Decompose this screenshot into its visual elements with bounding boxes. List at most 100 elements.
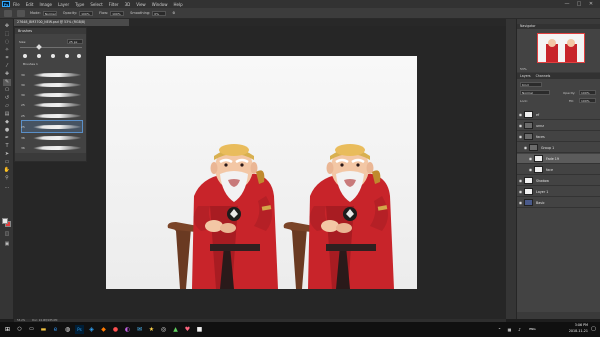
brush-tip[interactable] <box>23 54 27 58</box>
screen-mode-icon[interactable]: ▣ <box>3 241 11 248</box>
notifications-icon[interactable]: ▢ <box>589 325 598 334</box>
layer-fill-input[interactable]: 100% <box>579 98 596 103</box>
history-brush-tool-icon[interactable]: ↺ <box>3 95 11 102</box>
chrome-icon[interactable]: ◍ <box>63 325 72 334</box>
type-tool-icon[interactable]: T <box>3 143 11 150</box>
app-icon[interactable]: ■ <box>195 325 204 334</box>
settings-gear-icon[interactable]: ⚙ <box>172 11 175 15</box>
opacity-control[interactable]: Opacity: 100% <box>63 10 94 16</box>
eye-icon[interactable]: ◉ <box>517 123 524 128</box>
layer-row[interactable]: ◉ unnz <box>517 121 600 131</box>
tab-layers[interactable]: Layers <box>520 74 531 78</box>
windows-start-icon[interactable]: ⊞ <box>3 325 12 334</box>
quick-mask-icon[interactable]: ◫ <box>3 231 11 238</box>
brush-tool-icon[interactable]: ✎ <box>3 79 11 86</box>
menu-view[interactable]: View <box>136 2 146 7</box>
app-icon[interactable]: ♥ <box>183 325 192 334</box>
blur-tool-icon[interactable]: ◆ <box>3 119 11 126</box>
navigator-thumbnail[interactable] <box>537 33 585 63</box>
brush-preset-icon[interactable] <box>4 9 12 17</box>
path-selection-tool-icon[interactable]: ➤ <box>3 151 11 158</box>
size-slider-track[interactable] <box>20 47 82 48</box>
menu-file[interactable]: File <box>13 2 20 7</box>
layer-row[interactable]: ◉ faces <box>517 132 600 142</box>
move-tool-icon[interactable]: ✥ <box>3 23 11 30</box>
menu-edit[interactable]: Edit <box>26 2 34 7</box>
eye-icon[interactable]: ◉ <box>522 145 529 150</box>
brush-preset-stroke[interactable] <box>32 103 82 107</box>
gradient-tool-icon[interactable]: ▤ <box>3 111 11 118</box>
brush-preset-stroke[interactable] <box>32 114 82 118</box>
language-indicator[interactable]: ENG <box>528 325 537 334</box>
app-icon[interactable]: ★ <box>147 325 156 334</box>
layer-row[interactable]: ◉ Layer 1 <box>517 187 600 197</box>
eye-icon[interactable]: ◉ <box>527 156 534 161</box>
eye-icon[interactable]: ◉ <box>527 167 534 172</box>
hand-tool-icon[interactable]: ✋ <box>3 167 11 174</box>
menu-image[interactable]: Image <box>39 2 52 7</box>
eye-icon[interactable]: ◉ <box>517 112 524 117</box>
shape-tool-icon[interactable]: ▭ <box>3 159 11 166</box>
edge-icon[interactable]: e <box>51 325 60 334</box>
brush-settings-icon[interactable] <box>17 9 25 17</box>
brush-preset-stroke[interactable] <box>32 93 82 97</box>
network-icon[interactable]: ▦ <box>505 325 514 334</box>
volume-icon[interactable]: ♪ <box>515 325 524 334</box>
layer-row[interactable]: ◉ face <box>517 165 600 175</box>
mode-control[interactable]: Mode: Normal <box>30 10 57 16</box>
menu-select[interactable]: Select <box>90 2 102 7</box>
pen-tool-icon[interactable]: ✒ <box>3 135 11 142</box>
file-explorer-icon[interactable]: ▬ <box>39 325 48 334</box>
flow-control[interactable]: Flow: 100% <box>99 10 125 16</box>
layer-row[interactable]: ◉ Group 1 <box>517 143 600 153</box>
menu-type[interactable]: Type <box>75 2 84 7</box>
app-icon[interactable]: ▲ <box>171 325 180 334</box>
tab-channels[interactable]: Channels <box>536 74 551 78</box>
layer-row[interactable]: ◉ ef <box>517 110 600 120</box>
crop-tool-icon[interactable]: ⌗ <box>3 55 11 62</box>
app-icon[interactable]: ◆ <box>99 325 108 334</box>
app-icon[interactable]: ✉ <box>135 325 144 334</box>
layer-row-selected[interactable]: ◉ Fade 19 <box>517 154 600 164</box>
app-icon[interactable]: ◈ <box>87 325 96 334</box>
app-icon[interactable]: ◎ <box>159 325 168 334</box>
menu-filter[interactable]: Filter <box>109 2 119 7</box>
eye-icon[interactable]: ◉ <box>517 200 524 205</box>
healing-tool-icon[interactable]: ✚ <box>3 71 11 78</box>
zoom-tool-icon[interactable]: ⚲ <box>3 175 11 182</box>
photoshop-taskbar-icon[interactable]: Ps <box>75 325 84 334</box>
brush-preset-stroke[interactable] <box>32 146 82 150</box>
menu-window[interactable]: Window <box>152 2 168 7</box>
clone-stamp-tool-icon[interactable]: ⎔ <box>3 87 11 94</box>
eye-icon[interactable]: ◉ <box>517 134 524 139</box>
smoothing-control[interactable]: Smoothing: 0% <box>130 10 167 16</box>
layer-row[interactable]: ◉ Shadow <box>517 176 600 186</box>
menu-layer[interactable]: Layer <box>58 2 69 7</box>
brush-preset-stroke[interactable] <box>32 73 82 77</box>
layer-filter-kind[interactable]: Kind <box>520 82 542 87</box>
navigator-zoom[interactable]: 53% <box>520 67 527 71</box>
more-tools-icon[interactable]: ⋯ <box>3 185 11 192</box>
eye-icon[interactable]: ◉ <box>517 189 524 194</box>
close-button[interactable]: ✕ <box>588 1 594 7</box>
foreground-color-swatch[interactable] <box>2 218 8 224</box>
taskbar-clock[interactable]: 3:06 PM 2018-11-21 <box>548 323 588 334</box>
tray-chevron-icon[interactable]: ⌃ <box>495 325 504 334</box>
size-input[interactable]: 25 px <box>67 39 83 44</box>
eraser-tool-icon[interactable]: ▱ <box>3 103 11 110</box>
blend-mode-select[interactable]: Normal <box>520 90 550 95</box>
menu-3d[interactable]: 3D <box>125 2 131 7</box>
brush-group-label[interactable]: Brushes 1 <box>23 62 38 66</box>
lasso-tool-icon[interactable]: ◌ <box>3 39 11 46</box>
brush-preset-stroke[interactable] <box>32 136 82 140</box>
document-canvas[interactable] <box>106 56 417 289</box>
menu-help[interactable]: Help <box>173 2 182 7</box>
dodge-tool-icon[interactable]: ● <box>3 127 11 134</box>
eye-icon[interactable]: ◉ <box>517 178 524 183</box>
marquee-tool-icon[interactable]: ⬚ <box>3 31 11 38</box>
brush-tip[interactable] <box>37 54 41 58</box>
eyedropper-tool-icon[interactable]: ⁄ <box>3 63 11 70</box>
size-slider-handle[interactable] <box>36 44 42 50</box>
brush-preset-stroke[interactable] <box>32 83 82 87</box>
brush-tip[interactable] <box>65 54 69 58</box>
